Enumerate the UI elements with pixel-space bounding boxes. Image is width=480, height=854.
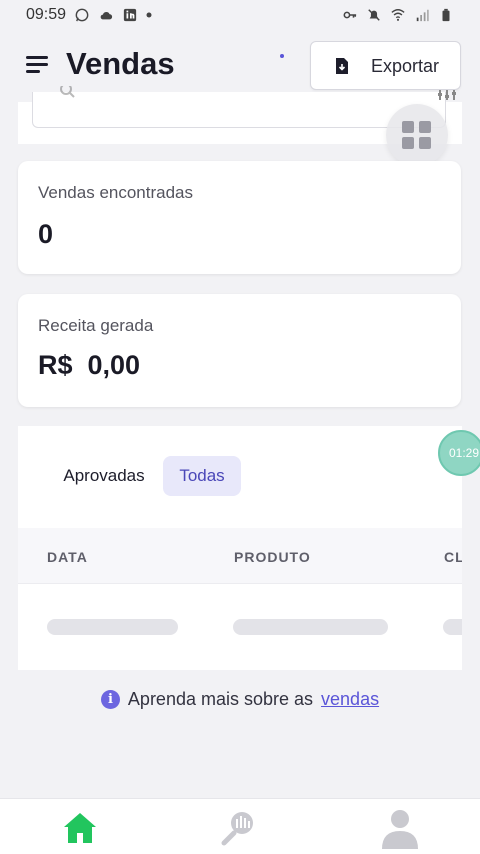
signal-icon (416, 9, 429, 22)
revenue-value: R$ 0,00 (38, 350, 141, 380)
accent-dot (280, 54, 284, 58)
learn-more: i Aprenda mais sobre as vendas (0, 689, 480, 710)
bottom-navigation (0, 798, 480, 854)
export-button[interactable]: Exportar (310, 41, 461, 90)
search-icon (60, 86, 75, 98)
page-title: Vendas (66, 46, 175, 81)
search-input[interactable] (32, 86, 456, 128)
tab-approved[interactable]: Aprovadas (48, 456, 160, 496)
sales-table-card: Aprovadas Todas DATA PRODUTO CL (18, 426, 462, 670)
battery-icon (442, 8, 450, 22)
sales-found-card: Vendas encontradas 0 (18, 161, 461, 274)
profile-icon[interactable] (378, 805, 422, 849)
loading-placeholder (443, 619, 462, 635)
column-header-product[interactable]: PRODUTO (234, 549, 311, 565)
floating-timer[interactable]: 01:29 (438, 430, 480, 476)
sales-found-value: 0 (38, 219, 54, 249)
revenue-card: Receita gerada R$ 0,00 (18, 294, 461, 407)
info-icon: i (100, 690, 120, 709)
key-icon (343, 11, 357, 19)
download-document-icon (336, 58, 348, 74)
loading-placeholder (233, 619, 388, 635)
revenue-label: Receita gerada (38, 316, 154, 335)
loading-placeholder (47, 619, 178, 635)
filter-icon[interactable] (428, 90, 466, 102)
home-icon[interactable] (58, 805, 102, 849)
mute-icon (368, 9, 380, 21)
cloud-icon (100, 12, 113, 20)
learn-more-text: Aprenda mais sobre as (127, 689, 314, 709)
linkedin-icon (123, 8, 137, 22)
tab-all[interactable]: Todas (163, 456, 241, 496)
wifi-icon (391, 9, 405, 21)
table-header: DATA PRODUTO CL (18, 528, 462, 584)
grid-view-icon[interactable] (386, 104, 448, 166)
learn-more-link[interactable]: vendas (321, 689, 379, 710)
analytics-icon[interactable] (218, 805, 262, 849)
column-header-client[interactable]: CL (444, 549, 462, 565)
menu-icon[interactable] (26, 56, 48, 74)
status-time: 09:59 (26, 6, 67, 23)
export-label: Exportar (371, 56, 440, 76)
whatsapp-icon (75, 8, 89, 22)
column-header-date[interactable]: DATA (47, 549, 88, 565)
dot-icon (146, 12, 152, 18)
sales-found-label: Vendas encontradas (38, 183, 194, 202)
status-bar: 09:59 (0, 0, 480, 30)
